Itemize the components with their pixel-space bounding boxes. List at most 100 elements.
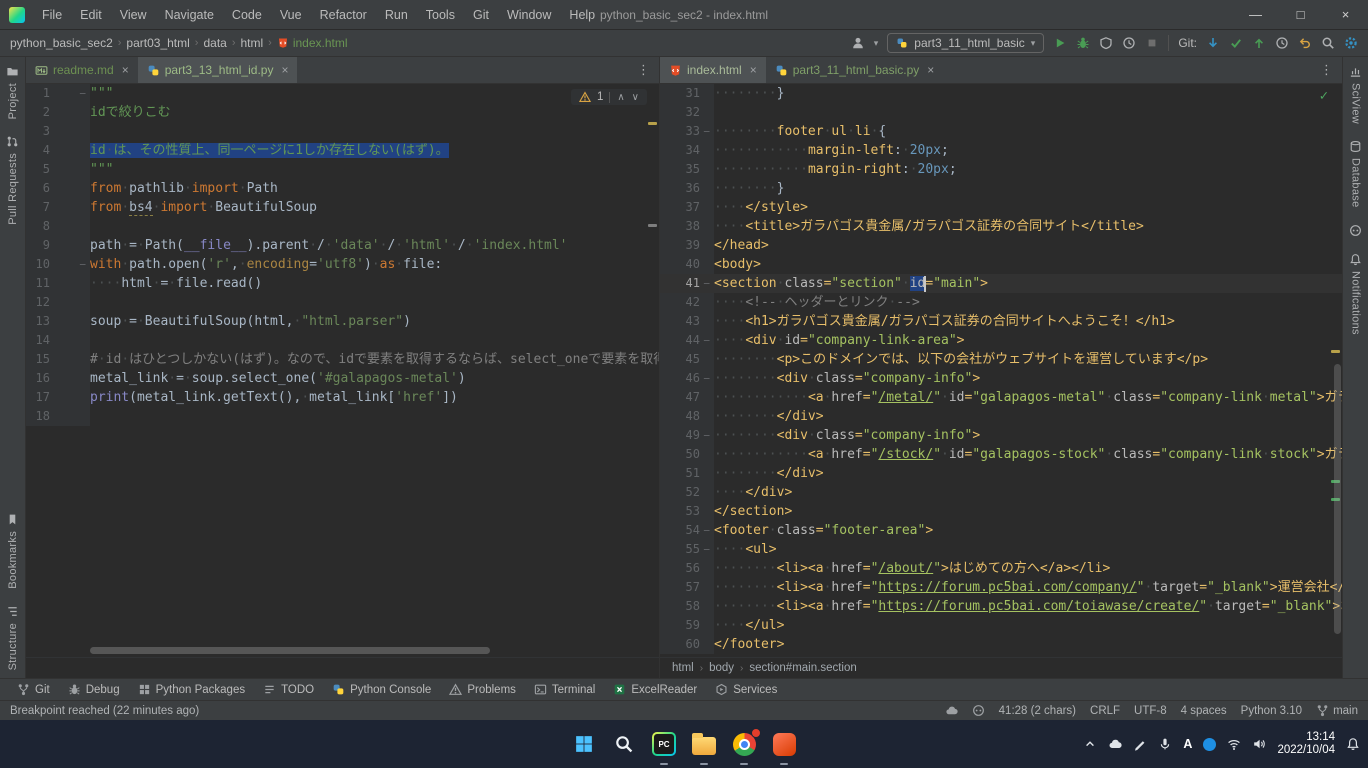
code-text[interactable]: ····<div·id="company-link-area"> bbox=[714, 331, 1342, 350]
breadcrumb-item[interactable]: python_basic_sec2 bbox=[10, 36, 113, 50]
code-line[interactable]: 18 bbox=[26, 407, 659, 426]
line-number[interactable]: 15 bbox=[26, 350, 90, 369]
debug-button[interactable] bbox=[1076, 36, 1090, 50]
code-line[interactable]: 56········<li><a·href="/about/">はじめての方へ<… bbox=[660, 559, 1342, 578]
code-text[interactable]: ········</div> bbox=[714, 407, 1342, 426]
code-line[interactable]: 17print(metal_link.getText(),·metal_link… bbox=[26, 388, 659, 407]
tool-window-todo[interactable]: TODO bbox=[254, 679, 323, 700]
code-line[interactable]: 6from·pathlib·import·Path bbox=[26, 179, 659, 198]
menu-item-run[interactable]: Run bbox=[376, 0, 417, 30]
inspections-ok-icon[interactable]: ✓ bbox=[1320, 88, 1328, 104]
line-number[interactable]: 40 bbox=[660, 255, 714, 274]
code-line[interactable]: 42····<!--·ヘッダーとリンク·--> bbox=[660, 293, 1342, 312]
user-account-icon[interactable] bbox=[851, 36, 865, 50]
line-number[interactable]: 9 bbox=[26, 236, 90, 255]
vertical-scrollbar[interactable] bbox=[1334, 364, 1341, 634]
line-number[interactable]: 59 bbox=[660, 616, 714, 635]
menu-item-tools[interactable]: Tools bbox=[417, 0, 464, 30]
tool-window-python-console[interactable]: Python Console bbox=[323, 679, 440, 700]
code-text[interactable] bbox=[90, 122, 659, 141]
code-text[interactable]: </section> bbox=[714, 502, 1342, 521]
start-button[interactable] bbox=[571, 731, 597, 757]
line-number[interactable]: 51 bbox=[660, 464, 714, 483]
close-icon[interactable]: × bbox=[750, 63, 757, 77]
git-history-button[interactable] bbox=[1275, 36, 1289, 50]
python-editor[interactable]: 1−"""2idで絞りこむ34id·は、その性質上、同一ページに1しか存在しない… bbox=[26, 84, 659, 657]
stripe-structure[interactable]: Structure bbox=[6, 605, 19, 670]
stripe-sciview[interactable]: SciView bbox=[1349, 65, 1362, 124]
tab-options-icon[interactable]: ⋮ bbox=[1311, 57, 1342, 83]
menu-item-git[interactable]: Git bbox=[464, 0, 498, 30]
git-commit-button[interactable] bbox=[1229, 36, 1243, 50]
code-text[interactable]: ····<!--·ヘッダーとリンク·--> bbox=[714, 293, 1342, 312]
code-text[interactable]: ········<li><a·href="https://forum.pc5ba… bbox=[714, 578, 1342, 597]
stripe-database[interactable]: Database bbox=[1349, 140, 1362, 208]
code-line[interactable]: 34············margin-left:·20px; bbox=[660, 141, 1342, 160]
minimize-button[interactable]: — bbox=[1233, 0, 1278, 29]
close-icon[interactable]: × bbox=[281, 63, 288, 77]
html-editor[interactable]: 31········}3233−········footer·ul·li·{34… bbox=[660, 84, 1342, 657]
ime-tool-icon[interactable] bbox=[1203, 738, 1216, 751]
microphone-icon[interactable] bbox=[1158, 737, 1172, 751]
tool-window-problems[interactable]: Problems bbox=[440, 679, 525, 700]
code-text[interactable]: ············<a·href="/metal/"·id="galapa… bbox=[714, 388, 1342, 407]
tool-window-services[interactable]: Services bbox=[706, 679, 786, 700]
line-number[interactable]: 55− bbox=[660, 540, 714, 559]
run-with-coverage-button[interactable] bbox=[1099, 36, 1113, 50]
line-number[interactable]: 36 bbox=[660, 179, 714, 198]
breadcrumb-item[interactable]: data bbox=[203, 36, 226, 50]
tool-window-terminal[interactable]: Terminal bbox=[525, 679, 604, 700]
line-number[interactable]: 52 bbox=[660, 483, 714, 502]
menu-item-vue[interactable]: Vue bbox=[271, 0, 311, 30]
search-everywhere-button[interactable] bbox=[1321, 36, 1335, 50]
editor-breadcrumb-item[interactable]: section#main.section bbox=[749, 662, 856, 674]
stripe-bookmarks[interactable]: Bookmarks bbox=[6, 513, 19, 589]
line-number[interactable]: 33− bbox=[660, 122, 714, 141]
code-text[interactable]: ········} bbox=[714, 84, 1342, 103]
code-line[interactable]: 10−with·path.open('r',·encoding='utf8')·… bbox=[26, 255, 659, 274]
code-text[interactable]: ····</ul> bbox=[714, 616, 1342, 635]
tab-part3_11_html_basic.py[interactable]: part3_11_html_basic.py× bbox=[766, 57, 944, 83]
line-number[interactable]: 48 bbox=[660, 407, 714, 426]
line-separator[interactable]: CRLF bbox=[1090, 705, 1120, 717]
line-number[interactable]: 7 bbox=[26, 198, 90, 217]
line-number[interactable]: 18 bbox=[26, 407, 90, 426]
tab-readme.md[interactable]: readme.md× bbox=[26, 57, 138, 83]
line-number[interactable]: 17 bbox=[26, 388, 90, 407]
indent-style[interactable]: 4 spaces bbox=[1181, 705, 1227, 717]
code-text[interactable]: <body> bbox=[714, 255, 1342, 274]
code-line[interactable]: 11····html·=·file.read() bbox=[26, 274, 659, 293]
horizontal-scrollbar[interactable] bbox=[90, 647, 490, 654]
line-number[interactable]: 3 bbox=[26, 122, 90, 141]
menu-item-code[interactable]: Code bbox=[223, 0, 271, 30]
code-line[interactable]: 37····</style> bbox=[660, 198, 1342, 217]
code-text[interactable]: path·=·Path(__file__).parent·/·'data'·/·… bbox=[90, 236, 659, 255]
taskbar-pycharm[interactable]: PC bbox=[651, 731, 677, 757]
code-text[interactable]: ········<div·class="company-info"> bbox=[714, 426, 1342, 445]
code-text[interactable]: ········<li><a·href="/about/">はじめての方へ</a… bbox=[714, 559, 1342, 578]
run-button[interactable] bbox=[1053, 36, 1067, 50]
close-icon[interactable]: × bbox=[927, 63, 934, 77]
git-rollback-button[interactable] bbox=[1298, 36, 1312, 50]
line-number[interactable]: 58 bbox=[660, 597, 714, 616]
code-text[interactable]: </head> bbox=[714, 236, 1342, 255]
code-line[interactable]: 35············margin-right:·20px; bbox=[660, 160, 1342, 179]
line-number[interactable]: 54− bbox=[660, 521, 714, 540]
code-line[interactable]: 15#·id·はひとつしかない(はず)。なので、idで要素を取得するならば、se… bbox=[26, 350, 659, 369]
menu-item-file[interactable]: File bbox=[33, 0, 71, 30]
menu-item-window[interactable]: Window bbox=[498, 0, 560, 30]
code-text[interactable] bbox=[90, 331, 659, 350]
breadcrumb-item[interactable]: html bbox=[241, 36, 264, 50]
editor-breadcrumb-item[interactable]: body bbox=[709, 662, 734, 674]
ime-mode[interactable]: A bbox=[1183, 737, 1192, 751]
code-text[interactable]: ············<a·href="/stock/"·id="galapa… bbox=[714, 445, 1342, 464]
code-line[interactable]: 2idで絞りこむ bbox=[26, 103, 659, 122]
menu-item-view[interactable]: View bbox=[111, 0, 156, 30]
code-line[interactable]: 52····</div> bbox=[660, 483, 1342, 502]
pen-icon[interactable] bbox=[1133, 737, 1147, 751]
code-text[interactable]: with·path.open('r',·encoding='utf8')·as·… bbox=[90, 255, 659, 274]
fold-marker[interactable]: − bbox=[703, 274, 710, 293]
code-text[interactable] bbox=[90, 217, 659, 236]
code-text[interactable]: ········</div> bbox=[714, 464, 1342, 483]
taskbar-search-button[interactable] bbox=[611, 731, 637, 757]
